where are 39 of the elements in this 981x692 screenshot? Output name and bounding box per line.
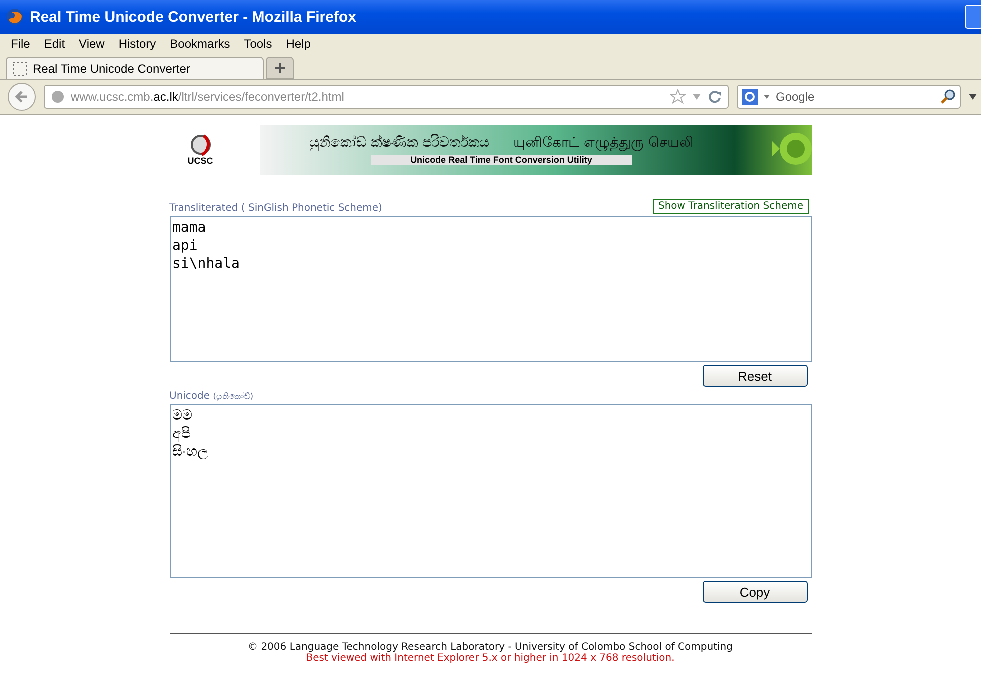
browser-tab[interactable]: Real Time Unicode Converter [6, 57, 264, 79]
menu-item[interactable]: Edit [37, 37, 72, 51]
menu-dropdown-icon[interactable] [969, 94, 977, 100]
minimize-button[interactable] [965, 5, 981, 29]
menu-item[interactable]: View [72, 37, 112, 51]
logo-text: UCSC [188, 156, 214, 166]
address-field[interactable]: www.ucsc.cmb.ac.lk/ltrl/services/feconverter/t2.html [44, 85, 729, 109]
copy-button[interactable]: Copy [702, 581, 808, 603]
menu-item[interactable]: Help [279, 37, 318, 51]
input-field[interactable]: mama api si\nhala [170, 216, 812, 362]
search-icon[interactable] [940, 89, 956, 105]
banner-title: යුනිකෝඩ් ක්ෂණික පරිවර්තකය [310, 135, 490, 152]
back-button[interactable] [8, 83, 36, 111]
dropdown-icon[interactable] [764, 95, 770, 99]
output-field[interactable]: මම අපි සිංහල [170, 404, 812, 578]
banner-subtitle: Unicode Real Time Font Conversion Utility [370, 155, 632, 165]
banner-title: யுனிகோட் எழுத்துரு செயலி [514, 135, 694, 152]
dropdown-icon[interactable] [692, 93, 702, 101]
star-icon[interactable] [670, 89, 686, 105]
search-field[interactable]: Google [737, 85, 961, 109]
reset-button[interactable]: Reset [702, 365, 808, 387]
menu-item[interactable]: File [4, 37, 38, 51]
page-icon [13, 62, 27, 76]
new-tab-button[interactable] [266, 57, 294, 79]
copyright-text: © 2006 Language Technology Research Laboratory - University of Colombo School of Computing [248, 642, 733, 653]
search-engine-icon[interactable] [742, 89, 758, 105]
crest-icon [190, 134, 212, 156]
browser-note: Best viewed with Internet Explorer 5.x or higher in 1024 x 768 resolution. [306, 653, 675, 664]
browser-logo-icon [6, 8, 24, 26]
reload-icon[interactable] [708, 90, 722, 104]
menu-item[interactable]: History [112, 37, 164, 51]
show-scheme-button[interactable]: Show Transliteration Scheme [653, 199, 808, 214]
section-label: Unicode (යුනිකෝඩ්) [170, 391, 254, 402]
back-arrow-icon [15, 90, 29, 104]
menu-item[interactable]: Tools [237, 37, 280, 51]
window-title: Real Time Unicode Converter - Mozilla Firefox [30, 8, 358, 26]
plus-icon [274, 62, 286, 74]
menu-item[interactable]: Bookmarks [163, 37, 238, 51]
section-label: Transliterated ( SinGlish Phonetic Scheme) [170, 203, 382, 214]
